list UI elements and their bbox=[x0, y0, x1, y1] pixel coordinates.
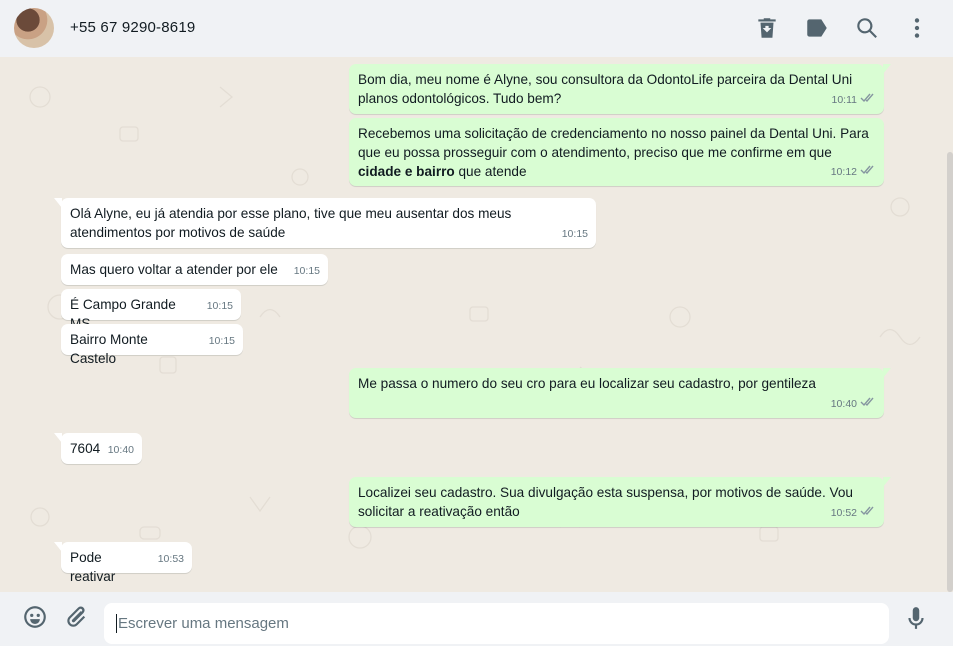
double-check-icon bbox=[860, 504, 876, 523]
attach-icon[interactable] bbox=[63, 604, 89, 630]
message-text-part: Pode reativar bbox=[70, 550, 116, 584]
message-meta: 10:15 bbox=[207, 297, 233, 316]
message-text-part: Olá Alyne, eu já atendia por esse plano,… bbox=[70, 206, 512, 240]
message-time: 10:40 bbox=[830, 398, 857, 410]
message-time: 10:40 bbox=[107, 444, 134, 456]
message-time: 10:15 bbox=[293, 265, 320, 277]
message-meta: 10:53 bbox=[158, 550, 184, 569]
message-text: Me passa o numero do seu cro para eu loc… bbox=[358, 374, 875, 393]
message-text-part: Me passa o numero do seu cro para eu loc… bbox=[358, 376, 816, 391]
bubble-tail bbox=[883, 477, 891, 487]
message-time: 10:11 bbox=[831, 94, 858, 106]
contact-avatar[interactable] bbox=[14, 8, 54, 48]
contact-name[interactable]: +55 67 9290-8619 bbox=[70, 19, 195, 36]
incoming-message[interactable]: Pode reativar 10:53 bbox=[54, 542, 192, 584]
message-text: Olá Alyne, eu já atendia por esse plano,… bbox=[70, 204, 587, 242]
microphone-icon[interactable] bbox=[903, 605, 929, 631]
chat-header: +55 67 9290-8619 bbox=[0, 0, 953, 57]
message-meta: 10:15 bbox=[562, 225, 588, 244]
search-icon[interactable] bbox=[854, 15, 880, 41]
message-meta: 10:12 bbox=[831, 163, 876, 182]
message-meta: 10:15 bbox=[209, 332, 235, 351]
outgoing-message[interactable]: Me passa o numero do seu cro para eu loc… bbox=[349, 368, 891, 418]
bubble-tail bbox=[54, 433, 62, 443]
archive-icon[interactable] bbox=[754, 15, 780, 41]
message-text: Localizei seu cadastro. Sua divulgação e… bbox=[358, 483, 875, 521]
message-text-part: Recebemos uma solicitação de credenciame… bbox=[358, 126, 869, 160]
message-meta: 10:15 bbox=[294, 262, 320, 281]
chat-scrollbar[interactable] bbox=[947, 152, 953, 592]
incoming-message[interactable]: Olá Alyne, eu já atendia por esse plano,… bbox=[54, 198, 596, 248]
bubble-tail bbox=[883, 368, 891, 378]
message-meta: 10:40 bbox=[831, 395, 876, 414]
label-icon[interactable] bbox=[804, 15, 830, 41]
message-text-part: 7604 bbox=[70, 441, 101, 456]
incoming-message[interactable]: Mas quero voltar a atender por ele 10:15 bbox=[61, 254, 328, 285]
bubble-tail bbox=[54, 542, 62, 552]
incoming-message[interactable]: Bairro Monte Castelo 10:15 bbox=[61, 324, 243, 366]
message-input[interactable] bbox=[116, 614, 877, 633]
message-text: Recebemos uma solicitação de credenciame… bbox=[358, 124, 875, 181]
bubble-tail bbox=[54, 198, 62, 208]
message-meta: 10:40 bbox=[108, 441, 134, 460]
emoji-icon[interactable] bbox=[22, 604, 48, 630]
double-check-icon bbox=[860, 395, 876, 414]
message-text-part: Bom dia, meu nome é Alyne, sou consultor… bbox=[358, 72, 853, 106]
outgoing-message[interactable]: Localizei seu cadastro. Sua divulgação e… bbox=[349, 477, 891, 527]
message-text-part: Localizei seu cadastro. Sua divulgação e… bbox=[358, 485, 853, 519]
bubble-tail bbox=[883, 64, 891, 74]
composer-bar bbox=[0, 592, 953, 646]
message-bold-text: cidade e bairro bbox=[358, 164, 455, 179]
message-text-part: Mas quero voltar a atender por ele bbox=[70, 262, 278, 277]
message-time: 10:15 bbox=[208, 335, 235, 347]
message-text: Mas quero voltar a atender por ele bbox=[70, 260, 319, 279]
message-text-part: Bairro Monte Castelo bbox=[70, 332, 148, 366]
message-composer[interactable] bbox=[104, 603, 889, 644]
message-text-part: que atende bbox=[454, 164, 527, 179]
message-time: 10:52 bbox=[830, 507, 857, 519]
message-meta: 10:52 bbox=[831, 504, 876, 523]
message-time: 10:53 bbox=[157, 553, 184, 565]
double-check-icon bbox=[860, 91, 876, 110]
incoming-message[interactable]: É Campo Grande MS10:15 bbox=[61, 289, 241, 331]
incoming-message[interactable]: 7604 10:40 bbox=[54, 433, 142, 464]
message-text: Bom dia, meu nome é Alyne, sou consultor… bbox=[358, 70, 875, 108]
message-time: 10:15 bbox=[561, 228, 588, 240]
menu-icon[interactable] bbox=[904, 15, 930, 41]
outgoing-message[interactable]: Recebemos uma solicitação de credenciame… bbox=[349, 118, 884, 186]
message-meta: 10:11 bbox=[832, 91, 877, 110]
message-time: 10:12 bbox=[830, 166, 857, 178]
double-check-icon bbox=[860, 163, 876, 182]
message-list[interactable]: Bom dia, meu nome é Alyne, sou consultor… bbox=[0, 57, 953, 592]
message-time: 10:15 bbox=[206, 300, 233, 312]
text-caret bbox=[116, 614, 117, 633]
outgoing-message[interactable]: Bom dia, meu nome é Alyne, sou consultor… bbox=[349, 64, 891, 114]
